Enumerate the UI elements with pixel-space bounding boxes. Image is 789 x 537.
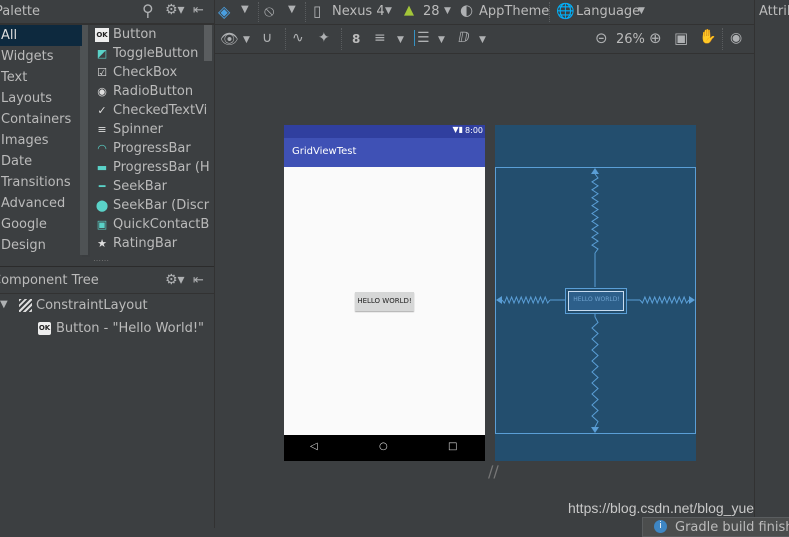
palette-item[interactable]: ▣ QuickContactB (95, 215, 209, 234)
palette-item[interactable]: ⬤ SeekBar (Discr (95, 196, 209, 215)
globe-icon: 🌐 (556, 2, 575, 20)
device-selector[interactable]: Nexus 4 (332, 4, 385, 19)
palette-item[interactable]: ◠ ProgressBar (95, 139, 191, 158)
orientation-icon[interactable]: ⦸ (264, 1, 274, 21)
chevron-down-icon: ▼ (385, 6, 392, 16)
magnet-icon[interactable]: ∪ (262, 30, 272, 46)
chevron-down-icon: ▼ (444, 6, 451, 16)
palette-item-icon: ▣ (96, 217, 108, 231)
hello-world-button[interactable]: HELLO WORLD! (355, 292, 414, 311)
palette-item-icon: ▬ (96, 160, 108, 174)
pack-icon[interactable]: ≡ (374, 30, 386, 46)
theme-icon: ◐ (460, 1, 474, 19)
zoom-to-fit-icon[interactable]: ▣ (674, 29, 688, 47)
palette-item-icon: ◠ (97, 141, 107, 155)
chevron-down-icon[interactable]: ▼ (397, 35, 404, 45)
zoom-in-icon[interactable]: ⊕ (649, 29, 662, 47)
palette-item-icon: ✓ (97, 103, 107, 117)
palette-item[interactable]: OK Button (95, 25, 157, 44)
palette-item-icon: ★ (97, 236, 107, 250)
chevron-down-icon[interactable]: ▼ (288, 4, 296, 15)
pan-hand-icon[interactable]: ✋ (699, 29, 716, 45)
palette-item[interactable]: ≡ Spinner (95, 120, 163, 139)
palette-item-icon: ━ (98, 179, 106, 193)
warning-icon[interactable]: ◉ (730, 30, 742, 46)
clear-constraints-icon[interactable]: ∿ (292, 30, 304, 46)
recents-icon: □ (448, 441, 458, 452)
palette-item-icon: ☑ (97, 65, 107, 79)
palette-item[interactable]: ━ SeekBar (95, 177, 167, 196)
wifi-battery-icon: ▼▮ (452, 125, 463, 134)
blueprint-preview[interactable]: HELLO WORLD! (495, 125, 696, 461)
palette-item-label: CheckBox (113, 65, 178, 80)
constraint-layout-icon (19, 299, 32, 312)
palette-item-label: CheckedTextVi (113, 103, 208, 118)
resize-handle[interactable]: ⋯⋯ (93, 256, 109, 265)
api-level-selector[interactable]: 28 (423, 4, 440, 19)
app-title: GridViewTest (292, 146, 357, 157)
palette-item-label: RatingBar (113, 236, 178, 251)
palette-item-label: QuickContactB (113, 217, 210, 232)
palette-item-icon: ≡ (97, 122, 107, 136)
chevron-down-icon[interactable]: ▼ (479, 35, 486, 45)
hide-panel-icon[interactable]: ⇤ (193, 273, 204, 288)
palette-item-icon: OK (95, 27, 109, 42)
zoom-out-icon[interactable]: ⊝ (595, 29, 608, 47)
watermark: https://blog.csdn.net/blog_yue (568, 500, 755, 516)
palette-item[interactable]: ★ RatingBar (95, 234, 177, 253)
theme-selector[interactable]: AppTheme (479, 4, 549, 19)
palette-item-icon: ⬤ (95, 198, 109, 212)
guidelines-icon[interactable]: ⅅ (458, 30, 469, 46)
phone-icon[interactable]: ▯ (313, 2, 321, 20)
design-preview[interactable]: ▼▮ 8:00 GridViewTest HELLO WORLD! ◁ ○ □ (284, 125, 485, 461)
palette-item-label: ProgressBar (113, 141, 191, 156)
palette-item-icon: ◩ (96, 46, 108, 60)
palette-item[interactable]: ◉ RadioButton (95, 82, 193, 101)
language-selector[interactable]: Language (576, 4, 640, 19)
default-margin[interactable]: 8 (352, 32, 360, 46)
resize-corner-icon[interactable]: ∕∕ (488, 462, 499, 481)
palette-item[interactable]: ▬ ProgressBar (H (95, 158, 210, 177)
zoom-level: 26% (616, 32, 645, 47)
chevron-down-icon: ▼ (638, 6, 645, 16)
palette-item[interactable]: ✓ CheckedTextVi (95, 101, 207, 120)
back-icon: ◁ (310, 441, 318, 452)
chevron-down-icon[interactable]: ▼ (243, 35, 250, 45)
tree-item-constraintlayout[interactable]: ConstraintLayout (36, 298, 148, 313)
infer-constraints-icon[interactable]: ✦ (318, 30, 330, 46)
component-tree-title: Component Tree (0, 273, 99, 288)
palette-item-label: SeekBar (Discr (113, 198, 210, 213)
home-icon: ○ (379, 441, 388, 452)
nav-bar: ◁ ○ □ (284, 435, 485, 461)
tree-item-button[interactable]: Button - "Hello World!" (56, 321, 204, 336)
chevron-down-icon[interactable]: ▼ (438, 35, 445, 45)
chevron-down-icon[interactable]: ▼ (241, 4, 249, 15)
palette-item-label: ProgressBar (H (113, 160, 210, 175)
palette-item-label: Spinner (113, 122, 163, 137)
button-icon: OK (38, 322, 51, 335)
palette-item-label: ToggleButton (113, 46, 199, 61)
align-icon[interactable]: ☰ (414, 30, 430, 46)
expand-arrow-icon[interactable]: ▼ (0, 299, 8, 310)
palette-item-label: Button (113, 27, 157, 42)
palette-item[interactable]: ☑ CheckBox (95, 63, 177, 82)
design-surface-icon[interactable]: ◈ (218, 2, 230, 21)
palette-item-icon: ◉ (97, 84, 107, 98)
attributes-title: Attrib (759, 4, 789, 19)
palette-item[interactable]: ◩ ToggleButton (95, 44, 199, 63)
blueprint-button: HELLO WORLD! (573, 296, 620, 303)
eye-icon[interactable]: 👁 (220, 30, 239, 48)
palette-item-label: RadioButton (113, 84, 194, 99)
info-icon: i (654, 520, 667, 533)
status-time: 8:00 (465, 126, 483, 135)
android-icon: ▲ (404, 3, 414, 18)
palette-item-label: SeekBar (113, 179, 168, 194)
notification-balloon[interactable]: i Gradle build finished (642, 517, 789, 537)
gear-icon[interactable]: ⚙▾ (165, 272, 185, 288)
